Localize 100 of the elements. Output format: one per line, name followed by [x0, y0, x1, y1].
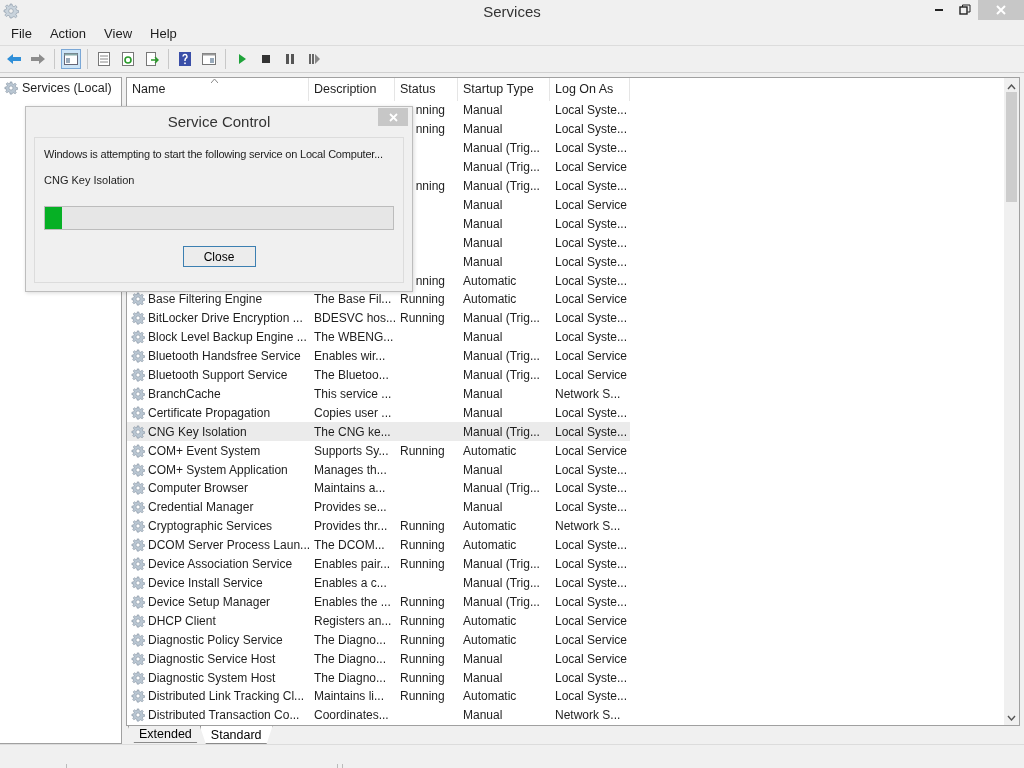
column-header[interactable]: Name: [132, 82, 166, 97]
table-cell: Enables pair...: [314, 557, 391, 572]
column-header[interactable]: Status: [400, 82, 436, 97]
table-cell: Local Syste...: [555, 405, 628, 420]
app-gear-icon: [3, 3, 19, 19]
view-tab[interactable]: Standard: [199, 726, 273, 744]
close-dialog-button[interactable]: Close: [182, 246, 256, 267]
table-cell: Running: [400, 557, 445, 572]
table-cell: Enables the ...: [314, 594, 391, 609]
table-cell: Local Service: [555, 632, 628, 647]
table-cell: Diagnostic Policy Service: [148, 632, 283, 647]
table-cell: Running: [400, 651, 445, 666]
service-gear-icon: [131, 538, 145, 553]
table-cell: Manual (Trig...: [463, 424, 540, 439]
table-cell: Cryptographic Services: [148, 519, 273, 534]
table-cell: Device Association Service: [148, 557, 293, 572]
table-cell: Bluetooth Handsfree Service: [148, 349, 301, 364]
table-cell: The DCOM...: [314, 538, 385, 553]
service-gear-icon: [131, 632, 145, 647]
table-cell: Local Syste...: [555, 481, 628, 496]
table-cell: Enables a c...: [314, 576, 387, 590]
menu-item[interactable]: View: [95, 26, 142, 41]
table-cell: CNG Key Isolation: [148, 424, 247, 439]
table-cell: Local Syste...: [555, 594, 628, 609]
menu-item[interactable]: Action: [40, 26, 96, 41]
table-cell: Local Syste...: [555, 178, 628, 193]
table-cell: Manual (Trig...: [463, 160, 540, 175]
scrollbar-thumb[interactable]: [1006, 92, 1017, 202]
table-cell: Distributed Transaction Co...: [148, 708, 300, 723]
scrollbar[interactable]: [1004, 78, 1019, 725]
service-gear-icon: [131, 424, 145, 439]
column-header[interactable]: Startup Type: [463, 82, 534, 97]
table-cell: Running: [400, 670, 445, 685]
column-header[interactable]: Log On As: [555, 82, 614, 97]
window-title: Services: [483, 2, 541, 20]
console-tree-icon[interactable]: [61, 49, 81, 69]
table-cell: Running: [400, 613, 445, 628]
table-cell: Running: [400, 538, 445, 553]
table-cell: Local Syste...: [555, 216, 628, 231]
table-cell: Computer Browser: [148, 481, 249, 496]
table-cell: Manual (Trig...: [463, 349, 540, 364]
table-cell: Local Syste...: [555, 103, 628, 118]
table-cell: Copies user ...: [314, 405, 392, 420]
menu-item[interactable]: File: [2, 26, 41, 41]
table-cell: Local Service: [555, 368, 628, 383]
table-cell: Network S...: [555, 708, 621, 723]
table-cell: Automatic: [463, 443, 517, 458]
table-cell: This service ...: [314, 386, 392, 401]
table-cell: Running: [400, 689, 445, 704]
table-cell: Coordinates...: [314, 708, 389, 723]
table-cell: Local Syste...: [555, 689, 628, 704]
table-cell: Automatic: [463, 613, 517, 628]
table-cell: Provides se...: [314, 500, 387, 515]
scroll-down-icon[interactable]: [1007, 715, 1016, 721]
close-icon: [996, 5, 1006, 15]
table-cell: Automatic: [463, 689, 517, 704]
table-cell: Manual: [463, 254, 503, 269]
table-cell: Local Syste...: [555, 330, 628, 345]
service-gear-icon: [131, 330, 145, 345]
table-cell: Local Syste...: [555, 670, 628, 685]
minimize-icon: [935, 9, 943, 11]
table-cell: Local Syste...: [555, 311, 628, 326]
table-cell: COM+ Event System: [148, 443, 261, 458]
table-cell: Manual: [463, 235, 503, 250]
table-cell: Running: [400, 311, 445, 326]
service-gear-icon: [131, 670, 145, 685]
table-cell: Local Syste...: [555, 235, 628, 250]
table-cell: Local Syste...: [555, 273, 628, 288]
table-cell: Local Service: [555, 349, 628, 364]
table-cell: Local Service: [555, 160, 628, 175]
service-gear-icon: [131, 311, 145, 326]
services-gear-icon: [4, 81, 18, 95]
table-cell: Local Service: [555, 613, 628, 628]
column-header[interactable]: Description: [314, 82, 377, 97]
service-gear-icon: [131, 386, 145, 401]
tree-item[interactable]: Services (Local): [22, 81, 112, 95]
table-cell: The Diagno...: [314, 670, 387, 685]
table-cell: Manual (Trig...: [463, 481, 540, 496]
service-name: CNG Key Isolation: [44, 174, 136, 186]
table-cell: Distributed Link Tracking Cl...: [148, 689, 305, 704]
table-cell: Maintains a...: [314, 481, 386, 496]
service-gear-icon: [131, 481, 145, 496]
table-cell: The Diagno...: [314, 632, 387, 647]
service-gear-icon: [131, 651, 145, 666]
table-cell: Manual: [463, 330, 503, 345]
menu-item[interactable]: Help: [141, 26, 186, 41]
table-cell: Manual: [463, 122, 503, 137]
dialog-message: Windows is attempting to start the following service on Local Computer...: [44, 148, 384, 160]
table-cell: BitLocker Drive Encryption ...: [148, 311, 303, 326]
table-cell: BranchCache: [148, 386, 221, 401]
table-cell: Manual: [463, 462, 503, 477]
table-cell: Local Syste...: [555, 500, 628, 515]
table-cell: Provides thr...: [314, 519, 388, 534]
table-cell: Running: [400, 292, 445, 307]
table-cell: Local Syste...: [555, 122, 628, 137]
table-cell: Manual (Trig...: [463, 311, 540, 326]
service-gear-icon: [131, 708, 145, 723]
table-cell: Certificate Propagation: [148, 405, 271, 420]
dialog-title: Service Control: [167, 112, 271, 130]
scroll-up-icon[interactable]: [1007, 84, 1016, 90]
